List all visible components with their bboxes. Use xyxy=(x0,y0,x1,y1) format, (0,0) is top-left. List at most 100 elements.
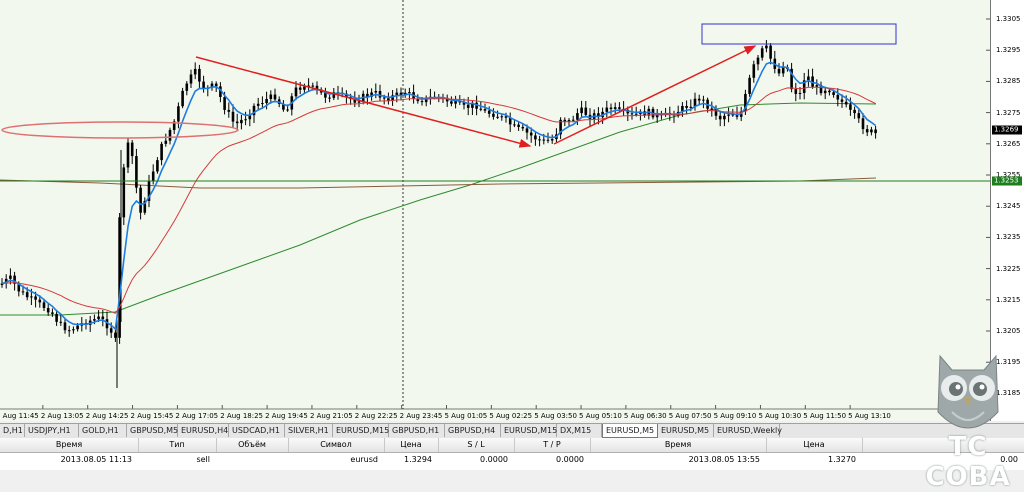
tab-eurusd-m15[interactable]: EURUSD,M15 xyxy=(333,424,389,437)
orders-column-header[interactable]: Объём xyxy=(216,438,289,452)
order-cell: eurusd xyxy=(350,455,378,464)
price-tick-label: 1.3265 xyxy=(996,139,1021,148)
candle-body xyxy=(126,142,130,168)
candle-body xyxy=(46,308,50,313)
candle-body xyxy=(756,57,760,65)
candle-body xyxy=(727,114,730,116)
orders-column-header[interactable]: Цена xyxy=(384,438,439,452)
candle-body xyxy=(420,101,424,103)
target-rectangle xyxy=(701,23,897,45)
candle-body xyxy=(815,85,819,87)
ma-long-line xyxy=(0,177,877,189)
candle-body xyxy=(584,107,588,115)
candle-body xyxy=(151,171,155,182)
candle-body xyxy=(571,119,575,121)
candle-body xyxy=(466,104,470,108)
candle-body xyxy=(609,107,613,110)
time-tick-label: 2 Aug 21:05 xyxy=(309,412,353,420)
candle-body xyxy=(718,115,722,120)
candle-body xyxy=(55,313,58,322)
candle-body xyxy=(765,45,768,49)
orders-column-header[interactable]: T / P xyxy=(514,438,591,452)
time-tick-label: 5 Aug 11:50 xyxy=(803,412,847,420)
candle-body xyxy=(156,160,159,172)
candle-body xyxy=(853,109,856,114)
candle-body xyxy=(861,118,865,130)
candle-body xyxy=(38,299,42,303)
chart-canvas[interactable] xyxy=(0,0,990,421)
candle-body xyxy=(697,98,701,101)
tab-gbpusd-h1[interactable]: GBPUSD,H1 xyxy=(389,424,445,437)
candle-body xyxy=(479,108,483,110)
orders-column-header[interactable]: Время xyxy=(590,438,767,452)
time-tick-label: 2 Aug 15:45 xyxy=(130,412,174,420)
tab-usdcad-h1[interactable]: USDCAD,H1 xyxy=(229,424,285,437)
candle-body xyxy=(580,107,583,114)
tab-d-h1[interactable]: D,H1 xyxy=(0,424,25,437)
tab-eurusd-m15[interactable]: EURUSD,M15 xyxy=(501,424,557,437)
tab-eurusd-m5[interactable]: EURUSD,M5 xyxy=(658,424,714,437)
candle-body xyxy=(525,128,529,133)
tab-silver-h1[interactable]: SILVER,H1 xyxy=(285,424,333,437)
candle-body xyxy=(198,68,201,82)
order-cell: 1.3270 xyxy=(828,455,856,464)
candle-body xyxy=(235,121,239,124)
candle-body xyxy=(135,156,138,188)
tab-gbpusd-h4[interactable]: GBPUSD,H4 xyxy=(445,424,501,437)
candle-body xyxy=(538,139,541,141)
orders-terminal: Время Тип Объём Символ Цена S / LT / P Время Це… xyxy=(0,438,1024,470)
tab-eurusd-m5[interactable]: EURUSD,M5 xyxy=(602,424,658,438)
highlight-ellipse xyxy=(1,121,239,139)
tab-eurusd-h4[interactable]: EURUSD,H4 xyxy=(178,424,229,437)
candle-body xyxy=(21,291,25,293)
owl-logo: ТС СОВА xyxy=(912,348,1024,492)
time-tick-label: 2 Aug 19:45 xyxy=(265,412,308,420)
candle-body xyxy=(387,98,390,101)
order-row[interactable]: 2013.08.05 11:13 sell eurusd 1.3294 0.0000 0.… xyxy=(0,453,1024,467)
candle-body xyxy=(781,66,785,74)
time-tick-label: 2 Aug 13:05 xyxy=(40,412,84,420)
candle-body xyxy=(865,129,869,133)
candle-body xyxy=(130,142,134,157)
candle-body xyxy=(63,322,67,331)
candle-body xyxy=(311,85,315,87)
chart-tabs-bar: D,H1 USDJPY,H1 GOLD,H1 GBPUSD,M5 EURUSD,H4 US… xyxy=(0,423,1024,439)
orders-column-header[interactable]: S / L xyxy=(438,438,515,452)
candle-body xyxy=(101,316,105,320)
candle-body xyxy=(139,187,142,213)
candle-body xyxy=(823,90,827,94)
candle-body xyxy=(303,86,306,90)
candle-body xyxy=(164,140,168,144)
candle-body xyxy=(328,97,331,99)
orders-column-header[interactable]: Символ xyxy=(288,438,385,452)
order-cell: 2013.08.05 13:55 xyxy=(688,455,760,464)
candle-body xyxy=(483,109,487,111)
tab-dx-m15[interactable]: DX,M15 xyxy=(557,424,602,437)
orders-column-header[interactable]: Тип xyxy=(138,438,217,452)
tab-usdjpy-h1[interactable]: USDJPY,H1 xyxy=(25,424,79,437)
candle-body xyxy=(261,103,264,105)
order-cell xyxy=(216,453,282,467)
orders-column-header[interactable]: Время xyxy=(0,438,139,452)
candle-body xyxy=(382,97,386,99)
order-cell: 1.3294 xyxy=(404,455,432,464)
tab-gbpusd-m5[interactable]: GBPUSD,M5 xyxy=(127,424,178,437)
candle-body xyxy=(177,106,180,122)
price-chart[interactable]: 1.3305 1.3295 1.3285 1.3275 1.3265 1.3255 1.32… xyxy=(0,0,1024,421)
candle-body xyxy=(114,332,117,338)
tab-gold-h1[interactable]: GOLD,H1 xyxy=(79,424,127,437)
orders-column-header[interactable]: Цена xyxy=(766,438,863,452)
candle-body xyxy=(25,292,29,298)
order-cell: 0.0000 xyxy=(556,455,584,464)
tab-eurusd-weekly[interactable]: EURUSD,Weekly xyxy=(714,424,782,437)
candle-body xyxy=(256,103,260,106)
time-tick-label: 5 Aug 02:25 xyxy=(489,412,533,420)
candle-body xyxy=(870,129,873,133)
candle-body xyxy=(286,109,289,111)
candle-body xyxy=(193,68,197,75)
candle-body xyxy=(168,129,172,141)
bid-price-tag: 1.3269 xyxy=(992,125,1022,135)
candle-body xyxy=(30,296,33,298)
candle-body xyxy=(59,321,63,323)
candle-body xyxy=(273,94,277,100)
